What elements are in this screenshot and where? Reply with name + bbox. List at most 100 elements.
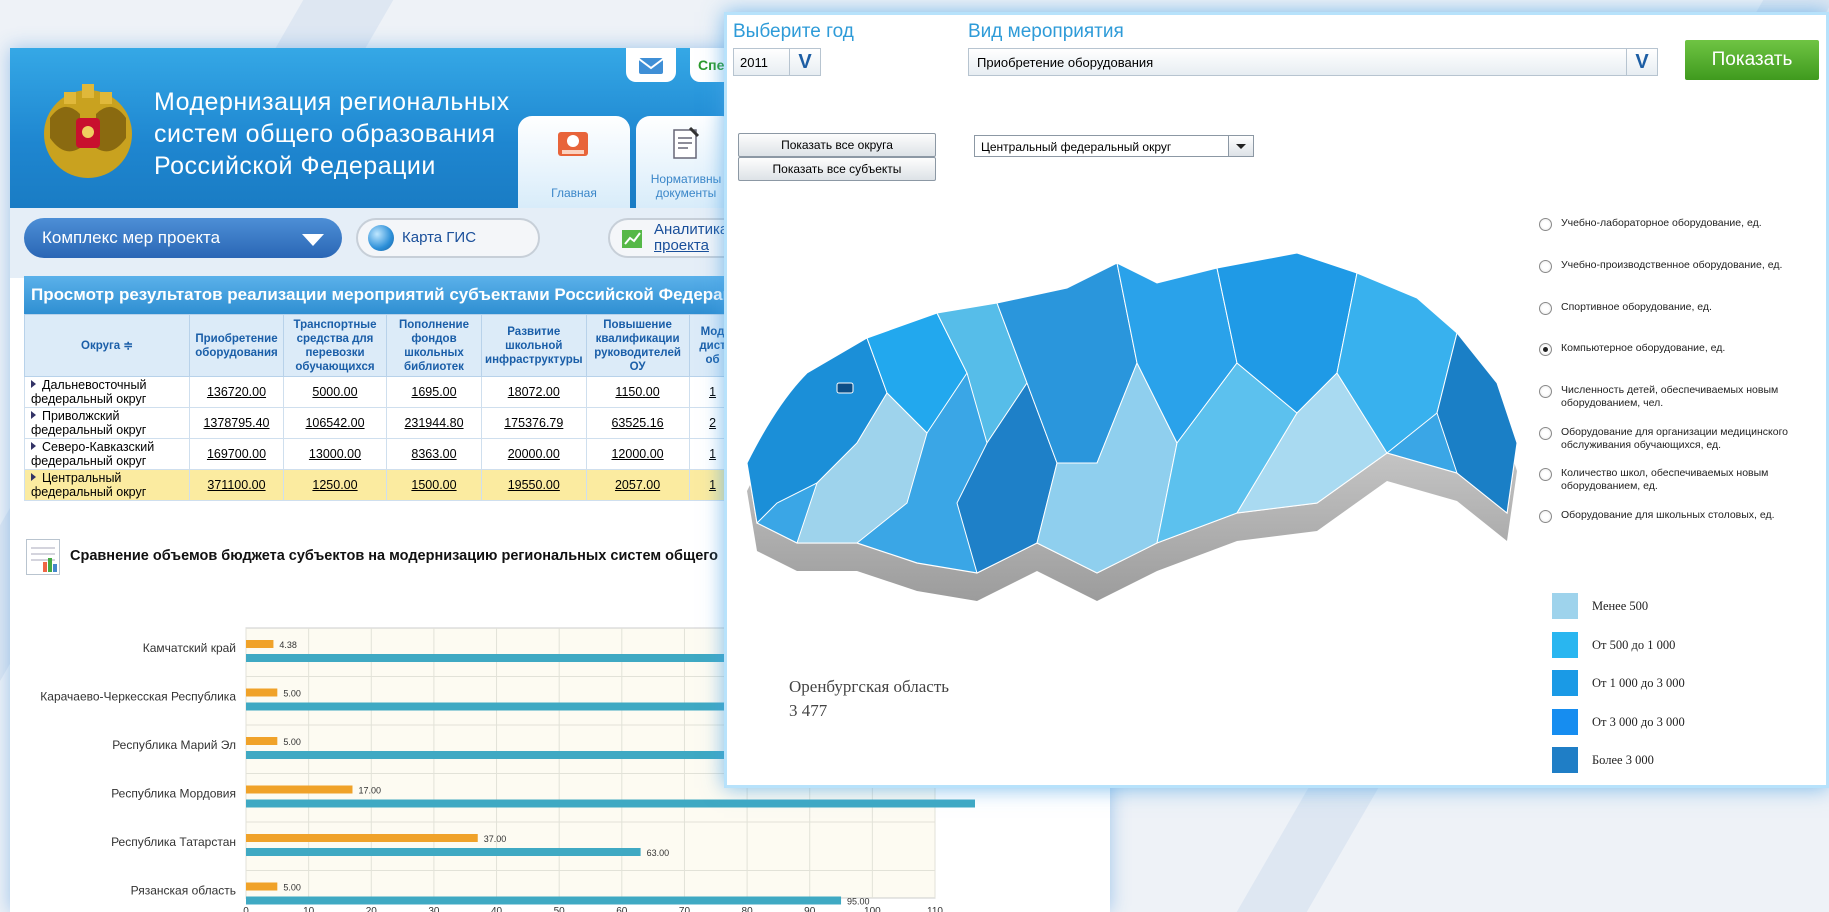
table-cell[interactable]: 12000.00	[585, 438, 690, 470]
chevron-down-icon[interactable]: V	[789, 49, 820, 75]
legend-swatch	[1552, 632, 1578, 658]
legend-swatch	[1552, 747, 1578, 773]
radio-icon[interactable]	[1539, 427, 1552, 440]
region-name: Северо-Кавказский федеральный округ	[31, 440, 155, 468]
okrug-select[interactable]: Центральный федеральный округ	[974, 135, 1254, 157]
coat-of-arms-icon	[44, 84, 132, 178]
indicator-radio-option[interactable]: Компьютерное оборудование, ед.	[1539, 342, 1826, 356]
chart-tick-label: 80	[742, 906, 754, 912]
table-cell[interactable]: 106542.00	[283, 407, 387, 439]
indicator-radio-label: Учебно-производственное оборудование, ед…	[1561, 259, 1783, 271]
legend-label: От 1 000 до 3 000	[1592, 676, 1685, 690]
chart-bar	[246, 848, 641, 856]
expand-icon[interactable]	[31, 380, 36, 388]
legend-swatch	[1552, 709, 1578, 735]
indicator-radio-option[interactable]: Учебно-лабораторное оборудование, ед.	[1539, 217, 1826, 231]
region-name: Дальневосточный федеральный округ	[31, 378, 147, 406]
chart-value-label: 5.00	[283, 689, 301, 699]
chart-tick-label: 70	[679, 906, 691, 912]
expand-icon[interactable]	[31, 473, 36, 481]
table-cell[interactable]: 1500.00	[386, 469, 482, 501]
radio-selected-icon[interactable]	[1539, 343, 1552, 356]
tab-home[interactable]: Главная	[518, 116, 630, 208]
table-cell[interactable]: 20000.00	[481, 438, 587, 470]
indicator-radio-label: Учебно-лабораторное оборудование, ед.	[1561, 217, 1762, 229]
table-cell[interactable]: 175376.79	[481, 407, 587, 439]
radio-icon[interactable]	[1539, 260, 1552, 273]
chart-tick-label: 50	[554, 906, 566, 912]
expand-icon[interactable]	[31, 411, 36, 419]
table-row[interactable]: Приволжский федеральный округ 1378795.40…	[24, 407, 737, 439]
indicator-radio-option[interactable]: Количество школ, обеспечиваемых новым об…	[1539, 467, 1826, 493]
indicator-radio-option[interactable]: Оборудование для организации медицинског…	[1539, 426, 1826, 452]
column-header: Повышение квалификации руководителей ОУ	[585, 314, 690, 377]
chart-tick-label: 110	[927, 906, 943, 912]
region-info: Оренбургская область 3 477	[789, 675, 949, 723]
chart-bar	[246, 737, 278, 745]
indicator-radio-option[interactable]: Спортивное оборудование, ед.	[1539, 301, 1826, 315]
indicator-radio-label: Оборудование для организации медицинског…	[1561, 426, 1789, 451]
indicator-radio-option[interactable]: Оборудование для школьных столовых, ед.	[1539, 509, 1826, 523]
show-button[interactable]: Показать	[1685, 40, 1819, 80]
mail-icon	[638, 58, 664, 74]
indicator-radio-label: Численность детей, обеспечиваемых новым …	[1561, 384, 1779, 409]
map-window: Выберите год 2011 V Вид мероприятия Прио…	[724, 12, 1829, 788]
event-value: Приобретение оборудования	[977, 55, 1154, 70]
russia-region-map[interactable]	[737, 243, 1537, 633]
table-cell[interactable]: 169700.00	[189, 438, 284, 470]
radio-icon[interactable]	[1539, 468, 1552, 481]
chart-tick-label: 10	[303, 906, 315, 912]
event-select[interactable]: Приобретение оборудования V	[968, 48, 1658, 76]
table-row[interactable]: Северо-Кавказский федеральный округ 1697…	[24, 438, 737, 470]
chart-tick-label: 20	[366, 906, 378, 912]
indicator-radio-label: Количество школ, обеспечиваемых новым об…	[1561, 467, 1769, 492]
gis-map-label: Карта ГИС	[402, 229, 477, 246]
radio-icon[interactable]	[1539, 302, 1552, 315]
table-row-selected[interactable]: Центральный федеральный округ 371100.00 …	[24, 469, 737, 501]
table-cell[interactable]: 2057.00	[585, 469, 690, 501]
dropdown-arrow-icon[interactable]	[1228, 136, 1253, 156]
expand-icon[interactable]	[31, 442, 36, 450]
table-cell[interactable]: 63525.16	[585, 407, 690, 439]
indicator-radio-option[interactable]: Учебно-производственное оборудование, ед…	[1539, 259, 1826, 273]
table-cell[interactable]: 1695.00	[386, 376, 482, 408]
show-all-okrugs-button[interactable]: Показать все округа	[738, 133, 936, 157]
column-header[interactable]: Округа ≑	[24, 314, 190, 377]
table-row[interactable]: Дальневосточный федеральный округ 136720…	[24, 376, 737, 408]
table-cell[interactable]: 19550.00	[481, 469, 587, 501]
radio-icon[interactable]	[1539, 510, 1552, 523]
table-cell[interactable]: 8363.00	[386, 438, 482, 470]
indicator-radio-label: Оборудование для школьных столовых, ед.	[1561, 509, 1775, 521]
table-cell[interactable]: 371100.00	[189, 469, 284, 501]
column-header: Приобретение оборудования	[189, 314, 284, 377]
show-all-subjects-button[interactable]: Показать все субъекты	[738, 157, 936, 181]
gis-map-button[interactable]: Карта ГИС	[356, 218, 540, 258]
document-icon	[673, 126, 700, 159]
chart-tick-label: 60	[616, 906, 628, 912]
column-header: Пополнение фондов школьных библиотек	[386, 314, 482, 377]
region-name: Центральный федеральный округ	[31, 471, 147, 499]
table-cell[interactable]: 13000.00	[283, 438, 387, 470]
complex-measures-label: Комплекс мер проекта	[42, 228, 221, 247]
chart-bar	[246, 834, 478, 842]
year-select[interactable]: 2011 V	[733, 48, 821, 76]
complex-measures-dropdown[interactable]: Комплекс мер проекта	[24, 218, 342, 258]
table-cell[interactable]: 1250.00	[283, 469, 387, 501]
chart-value-label: 37.00	[484, 834, 507, 844]
radio-icon[interactable]	[1539, 385, 1552, 398]
table-cell[interactable]: 1150.00	[585, 376, 690, 408]
table-cell[interactable]: 18072.00	[481, 376, 587, 408]
table-cell[interactable]: 136720.00	[189, 376, 284, 408]
chart-value-label: 4.38	[279, 640, 297, 650]
table-cell[interactable]: 231944.80	[386, 407, 482, 439]
table-cell[interactable]: 5000.00	[283, 376, 387, 408]
indicator-radio-option[interactable]: Численность детей, обеспечиваемых новым …	[1539, 384, 1826, 410]
region-name: Приволжский федеральный округ	[31, 409, 147, 437]
chevron-down-icon[interactable]: V	[1626, 49, 1657, 75]
legend-label: От 500 до 1 000	[1592, 638, 1676, 652]
mail-button[interactable]	[626, 48, 676, 82]
year-label: Выберите год	[733, 21, 854, 42]
tab-documents[interactable]: Нормативны документы	[636, 116, 736, 208]
table-cell[interactable]: 1378795.40	[189, 407, 284, 439]
radio-icon[interactable]	[1539, 218, 1552, 231]
